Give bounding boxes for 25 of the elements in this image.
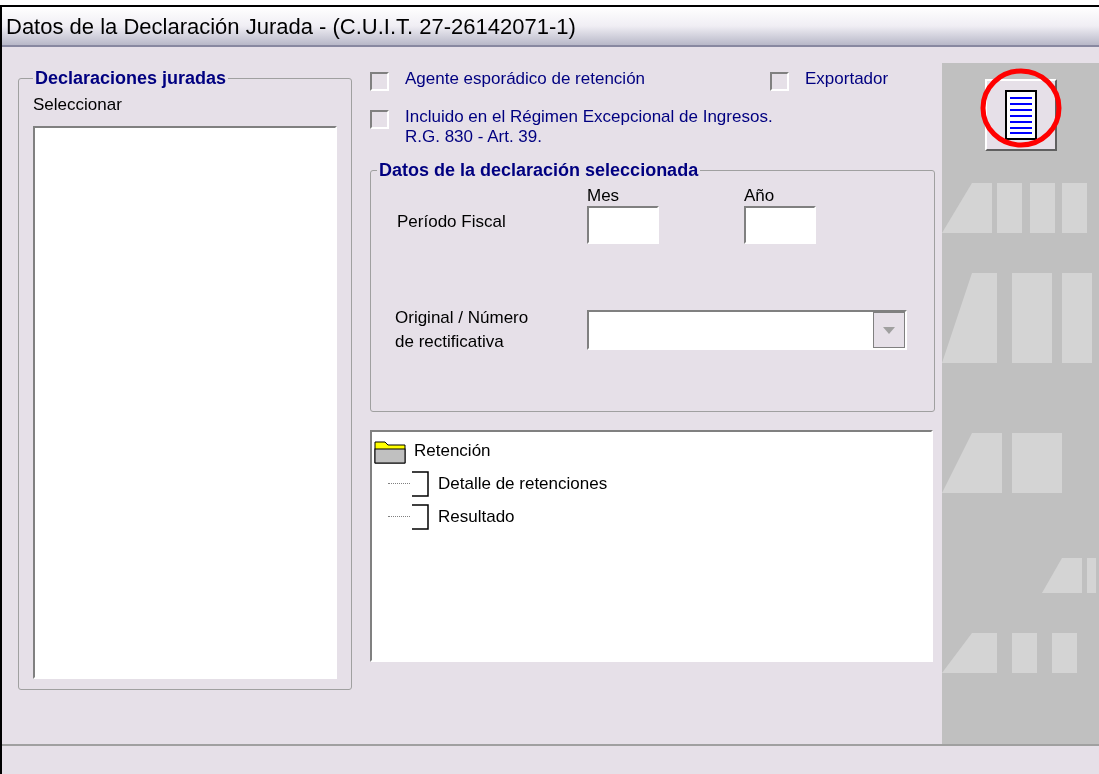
checkbox-label: Agente esporádico de retención: [405, 69, 646, 89]
year-input[interactable]: [744, 206, 816, 244]
checkbox-label: Exportador: [805, 69, 889, 89]
page-icon: [410, 470, 430, 497]
tree-item[interactable]: Retención: [414, 437, 491, 464]
field-label: Año: [744, 186, 776, 206]
group-title: Datos de la declaración seleccionada: [378, 159, 700, 182]
tree-item[interactable]: Resultado: [438, 503, 515, 530]
checkbox[interactable]: [370, 72, 389, 91]
month-input[interactable]: [587, 206, 659, 244]
checkbox[interactable]: [370, 110, 389, 129]
tree-item[interactable]: Detalle de retenciones: [438, 470, 608, 497]
field-label: Período Fiscal: [397, 210, 507, 233]
group-title: Declaraciones juradas: [34, 67, 228, 90]
document-icon: [1004, 90, 1037, 140]
tree-connector-line: [388, 516, 410, 517]
window-title: Datos de la Declaración Jurada - (C.U.I.T. 27-26142071-1): [6, 12, 576, 41]
field-label: Original / Número de rectificativa: [395, 307, 530, 353]
page-icon: [410, 503, 430, 530]
checkbox[interactable]: [770, 72, 789, 91]
field-label: Seleccionar: [33, 94, 123, 116]
checkbox-label: Incluido en el Régimen Excepcional de Ingresos. R.G. 830 - Art. 39.: [405, 107, 773, 147]
field-label: Mes: [587, 186, 621, 206]
tree-connector-line: [388, 483, 410, 484]
rectification-dropdown[interactable]: [587, 310, 907, 350]
